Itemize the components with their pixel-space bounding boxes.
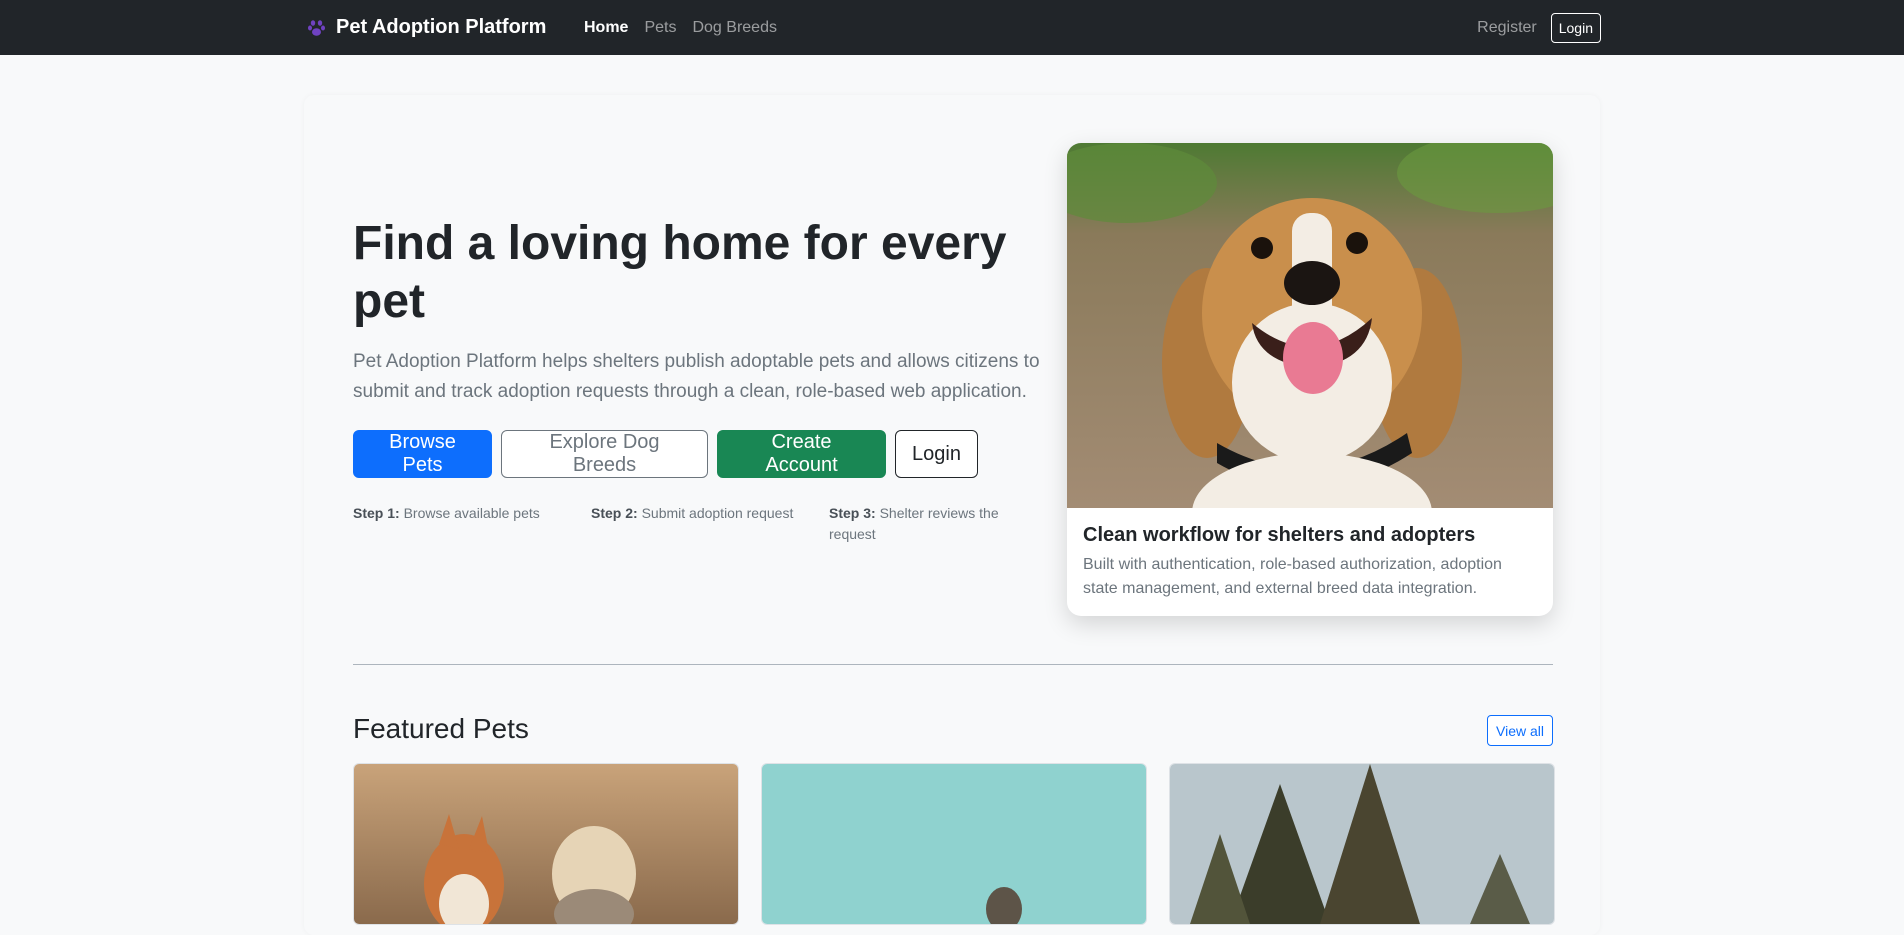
create-account-button[interactable]: Create Account (717, 430, 886, 478)
hero-title: Find a loving home for every pet (353, 217, 1007, 328)
paw-icon (306, 17, 328, 39)
hero-login-button[interactable]: Login (895, 430, 978, 478)
view-all-button[interactable]: View all (1487, 715, 1553, 746)
explore-dog-breeds-button[interactable]: Explore Dog Breeds (501, 430, 708, 478)
brand-link[interactable]: Pet Adoption Platform (306, 0, 546, 55)
nav-dog-breeds-link[interactable]: Dog Breeds (692, 19, 777, 37)
nav-home-link[interactable]: Home (584, 19, 628, 37)
browse-pets-button[interactable]: Browse Pets (353, 430, 492, 478)
navbar: Pet Adoption Platform Home Pets Dog Bree… (0, 0, 1904, 55)
feature-text: Built with authentication, role-based au… (1083, 556, 1502, 597)
hero-actions: Browse Pets Explore Dog Breeds Create Ac… (353, 430, 978, 478)
step-item: Step 2: Submit adoption request (591, 503, 829, 545)
step-text: Browse available pets (403, 505, 540, 521)
beagle-photo (1067, 143, 1553, 508)
step-label: Step 3: (829, 505, 876, 521)
section-divider (353, 664, 1553, 665)
step-item: Step 3: Shelter reviews the request (829, 503, 1009, 545)
pet-card[interactable] (1169, 763, 1555, 925)
nav-links: Home Pets Dog Breeds (584, 0, 777, 55)
featured-pets-title: Featured Pets (353, 713, 529, 744)
nav-pets-link[interactable]: Pets (644, 19, 676, 37)
pet-photo (762, 764, 1146, 924)
step-text: Submit adoption request (641, 505, 794, 521)
pet-card[interactable] (761, 763, 1147, 925)
feature-card: Clean workflow for shelters and adopters… (1067, 143, 1553, 616)
step-item: Step 1: Browse available pets (353, 503, 591, 545)
pet-photo (1170, 764, 1554, 924)
nav-auth: Register Login (1477, 0, 1601, 55)
pet-photo (354, 764, 738, 924)
step-label: Step 2: (591, 505, 638, 521)
step-label: Step 1: (353, 505, 400, 521)
nav-register-link[interactable]: Register (1477, 19, 1537, 37)
steps-list: Step 1: Browse available pets Step 2: Su… (353, 503, 1009, 545)
feature-title: Clean workflow for shelters and adopters (1083, 524, 1476, 546)
pet-card[interactable] (353, 763, 739, 925)
hero-lead: Pet Adoption Platform helps shelters pub… (353, 351, 1040, 402)
brand-name: Pet Adoption Platform (336, 16, 547, 38)
nav-login-button[interactable]: Login (1550, 12, 1601, 43)
